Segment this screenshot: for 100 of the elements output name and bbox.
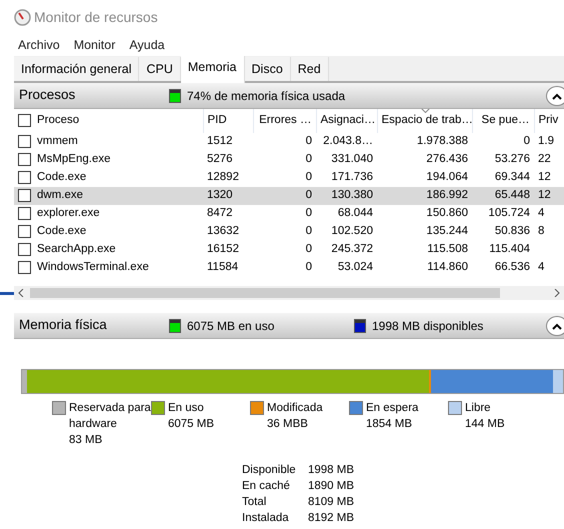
menu-item[interactable]: Archivo: [18, 36, 60, 54]
stat-label: Disponible: [242, 463, 297, 478]
window-title: Monitor de recursos: [34, 8, 158, 26]
stat-value: 1890 MB: [308, 479, 354, 494]
column-header[interactable]: PID: [203, 109, 253, 133]
section-title: Procesos: [18, 86, 76, 104]
checkbox[interactable]: [18, 170, 31, 184]
table-cell: 65.448: [472, 187, 534, 205]
legend-label: En uso: [168, 401, 205, 416]
table-cell: 1.9: [534, 133, 564, 151]
collapse-button[interactable]: [546, 316, 564, 336]
column-header[interactable]: Espacio de trab…: [377, 109, 472, 133]
table-cell: 1512: [203, 133, 253, 151]
table-cell-text: 0: [304, 242, 313, 258]
table-cell: 150.860: [377, 205, 472, 223]
checkbox[interactable]: [18, 152, 31, 166]
legend-value: 83 MB: [69, 433, 104, 448]
table-cell[interactable]: SearchApp.exe: [37, 243, 116, 256]
legend-value: 1854 MB: [366, 417, 414, 432]
table-cell-text: 0: [304, 224, 313, 240]
legend-label: Reservada para hardware: [69, 401, 151, 432]
section-title: Memoria física: [18, 316, 108, 334]
table-cell[interactable]: WindowsTerminal.exe: [37, 261, 149, 274]
table-cell-text: 0: [304, 260, 313, 276]
legend-value: 6075 MB: [168, 417, 214, 432]
memory-indicator-icon: [169, 318, 181, 332]
column-header[interactable]: Proceso: [37, 112, 80, 130]
column-header[interactable]: Errores …: [253, 109, 316, 133]
table-cell: 1320: [203, 187, 253, 205]
menu-item[interactable]: Monitor: [74, 36, 116, 54]
table-cell-text: 276.436: [425, 152, 469, 168]
legend-label: Modificada: [267, 401, 323, 416]
table-cell-text: 115.404: [488, 242, 531, 258]
table-cell-text: 114.860: [426, 260, 469, 276]
table-cell: 0: [472, 133, 534, 151]
legend-value: 144 MB: [465, 417, 505, 432]
table-cell-text: 53.024: [336, 260, 374, 276]
table-cell-text: 115.508: [426, 242, 469, 258]
table-cell-text: 11584: [206, 260, 240, 276]
checkbox[interactable]: [18, 242, 31, 256]
column-header[interactable]: Se pue…: [472, 109, 534, 133]
column-header[interactable]: Asignaci…: [316, 109, 377, 133]
table-cell: 4: [534, 205, 564, 223]
status-text: 1998 MB disponibles: [372, 318, 484, 334]
table-cell-text: 22: [537, 152, 552, 168]
table-cell: 130.380: [316, 187, 377, 205]
table-cell-text: 8: [537, 224, 546, 240]
table-cell-text: 331.040: [330, 152, 374, 168]
checkbox[interactable]: [18, 114, 31, 127]
table-cell[interactable]: MsMpEng.exe: [37, 153, 111, 166]
chevron-up-icon: [552, 92, 562, 101]
horizontal-scrollbar[interactable]: [14, 286, 564, 300]
stat-label: Total: [242, 495, 268, 510]
table-cell[interactable]: explorer.exe: [37, 207, 100, 220]
legend-label: Libre: [465, 401, 492, 416]
table-cell-text: 16152: [206, 242, 240, 258]
menu-item[interactable]: Ayuda: [129, 36, 165, 54]
checkbox[interactable]: [18, 206, 31, 220]
table-cell: 0: [253, 169, 316, 187]
table-cell: 105.724: [472, 205, 534, 223]
table-cell: 0: [253, 205, 316, 223]
table-cell: 1.978.388: [377, 133, 472, 151]
stat-value: 8109 MB: [308, 495, 354, 510]
table-cell: 68.044: [316, 205, 377, 223]
table-cell-text: 5276: [206, 152, 234, 168]
collapse-button[interactable]: [546, 86, 564, 106]
checkbox[interactable]: [18, 134, 31, 148]
checkbox[interactable]: [18, 188, 31, 202]
checkbox[interactable]: [18, 224, 31, 238]
memory-indicator-icon: [169, 88, 181, 102]
table-cell-text: 4: [537, 260, 546, 276]
stat-value: 1998 MB: [308, 463, 354, 478]
table-cell: 171.736: [316, 169, 377, 187]
table-cell-text: 102.520: [330, 224, 374, 240]
table-cell-text: 50.836: [494, 224, 531, 240]
table-cell: 8472: [203, 205, 253, 223]
checkbox[interactable]: [18, 260, 31, 274]
table-cell-text: 245.372: [330, 242, 374, 258]
status-text: 6075 MB en uso: [187, 318, 274, 334]
table-cell-text: 13632: [206, 224, 240, 240]
table-cell: 194.064: [377, 169, 472, 187]
table-cell-text: 0: [304, 152, 313, 168]
table-cell: 12: [534, 187, 564, 205]
column-header[interactable]: Priv: [534, 109, 564, 133]
stat-label: En caché: [242, 479, 291, 494]
gauge-icon: [14, 8, 31, 26]
table-cell[interactable]: Code.exe: [37, 225, 86, 238]
table-cell[interactable]: Code.exe: [37, 171, 86, 184]
table-cell[interactable]: dwm.exe: [37, 189, 84, 202]
stat-label: Instalada: [242, 511, 290, 526]
status-text: 74% de memoria física usada: [187, 88, 346, 104]
table-cell: 2.043.8…: [316, 133, 377, 151]
tab[interactable]: Memoria: [180, 56, 245, 83]
table-cell-text: 66.536: [494, 260, 531, 276]
table-cell-text: 53.276: [494, 152, 531, 168]
table-cell[interactable]: vmmem: [37, 135, 78, 148]
table-cell: 69.344: [472, 169, 534, 187]
stat-value: 8192 MB: [308, 511, 354, 526]
legend-value: 36 MBB: [267, 417, 309, 432]
table-cell: 186.992: [377, 187, 472, 205]
